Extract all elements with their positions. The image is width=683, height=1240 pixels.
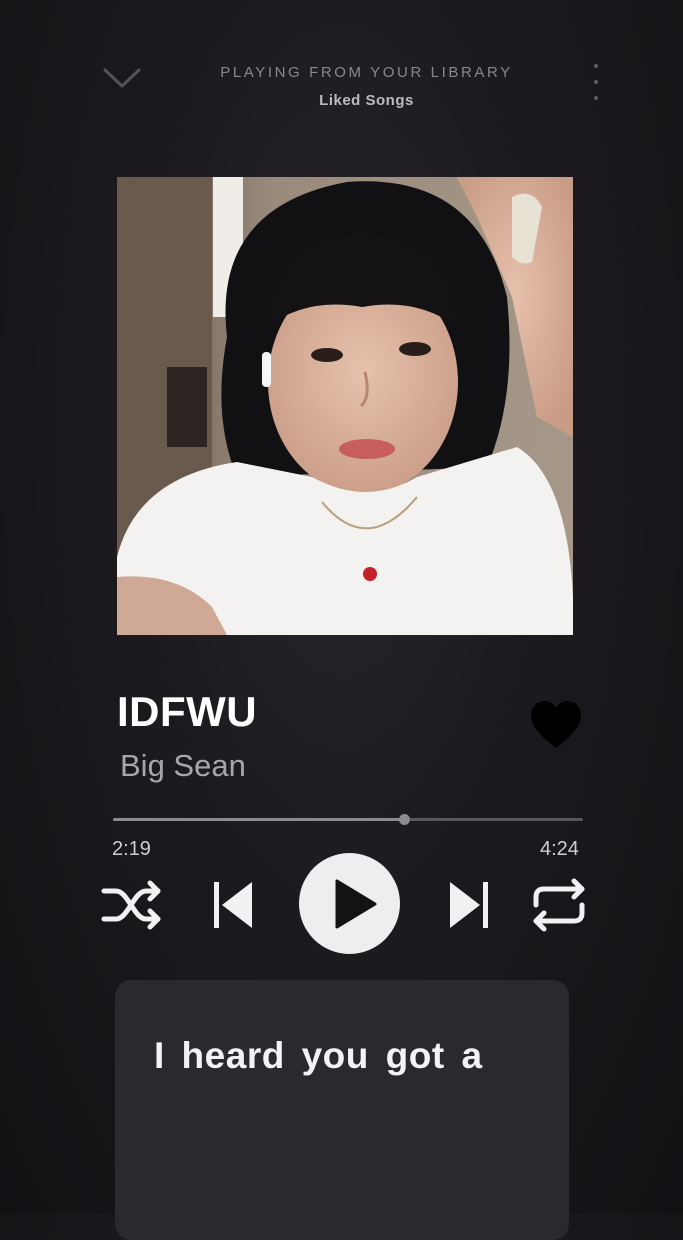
track-artist[interactable]: Big Sean [120,748,246,784]
play-button[interactable] [299,853,400,954]
player-header: PLAYING FROM YOUR LIBRARY Liked Songs [0,58,683,118]
shuffle-icon[interactable] [100,877,166,933]
elapsed-time: 2:19 [112,838,151,860]
album-art [117,177,573,635]
progress-knob[interactable] [399,814,411,825]
repeat-icon[interactable] [526,875,592,935]
lyric-current-line: I heard you got a [154,1035,483,1076]
total-time: 4:24 [540,838,579,860]
heart-icon[interactable] [530,700,582,750]
album-art-photo [117,177,573,635]
track-title: IDFWU [117,688,258,735]
progress-fill [113,818,405,821]
more-vertical-icon[interactable] [590,64,602,108]
skip-previous-icon[interactable] [210,878,256,932]
context-label: PLAYING FROM YOUR LIBRARY [220,64,513,81]
play-icon [335,879,377,929]
progress-bar[interactable] [113,814,583,825]
skip-next-icon[interactable] [446,878,492,932]
lyrics-card[interactable]: I heard you got a [115,980,569,1240]
context-name[interactable]: Liked Songs [0,92,683,109]
